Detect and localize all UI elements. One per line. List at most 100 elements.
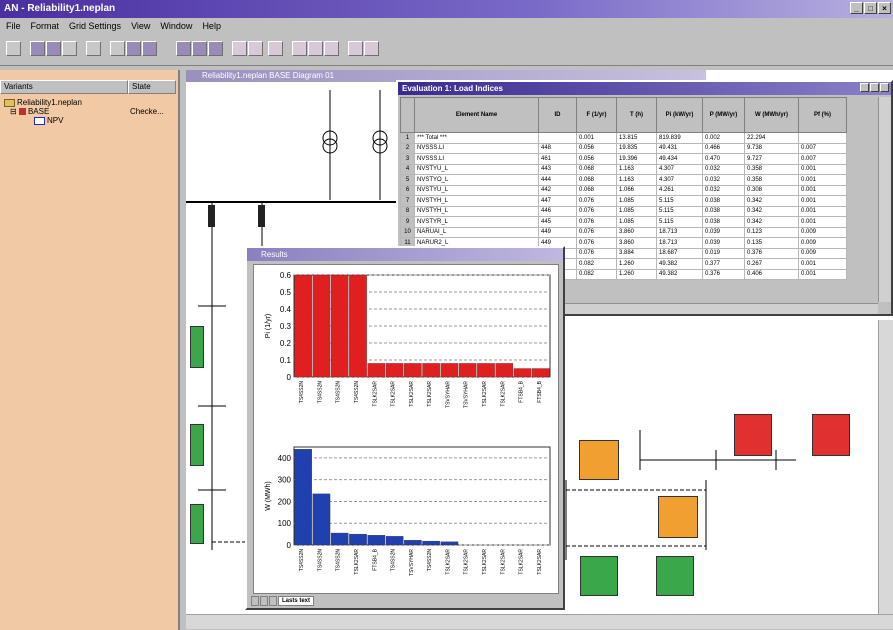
- green-node[interactable]: [656, 556, 694, 596]
- table-cell: 0.135: [744, 237, 799, 249]
- orange-node[interactable]: [579, 440, 619, 480]
- green-node[interactable]: [190, 424, 204, 466]
- table-cell: 0.007: [798, 142, 847, 154]
- close-button[interactable]: [880, 83, 889, 92]
- maximize-button[interactable]: □: [864, 2, 877, 14]
- table-row[interactable]: 7 NVSTYH_L 447 0.076 1.085 5.115 0.038 0.342 0.0…: [400, 195, 847, 207]
- menu-file[interactable]: File: [6, 19, 21, 34]
- minimize-button[interactable]: _: [850, 2, 863, 14]
- zoom-fit-icon[interactable]: [208, 41, 223, 56]
- column-header[interactable]: Pi (kW/yr): [656, 97, 703, 133]
- column-header[interactable]: Pf (%): [798, 97, 847, 133]
- variants-header: Variants State: [0, 80, 176, 94]
- table-row[interactable]: 5 NVSTYO_L 444 0.068 1.163 4.307 0.032 0.358 0.0…: [400, 174, 847, 186]
- zoom-in-icon[interactable]: [176, 41, 191, 56]
- save-icon[interactable]: [6, 41, 21, 56]
- table-vertical-scrollbar[interactable]: [878, 97, 891, 302]
- tree-item-base[interactable]: ⊟ BASE Checke...: [10, 107, 164, 116]
- bar: [349, 533, 367, 546]
- help-icon[interactable]: [126, 41, 141, 56]
- table-cell: 0.377: [702, 258, 745, 270]
- table-row[interactable]: 6 NVSTYU_L 442 0.068 1.066 4.261 0.032 0.308 0.0…: [400, 184, 847, 196]
- y-tick-label: 0: [287, 541, 292, 550]
- column-header[interactable]: W (MWh/yr): [744, 97, 799, 133]
- bar: [312, 493, 331, 546]
- menu-help[interactable]: Help: [202, 19, 221, 34]
- variants-column-header[interactable]: Variants: [0, 80, 128, 94]
- x-tick-label: TSLK2SAR: [500, 381, 506, 407]
- table-cell: 0.068: [576, 184, 617, 196]
- toolbar-button-18[interactable]: [364, 41, 379, 56]
- table-cell: 5.115: [656, 205, 703, 217]
- toolbar-button-15[interactable]: [308, 41, 323, 56]
- canvas-vertical-scrollbar[interactable]: [878, 320, 893, 614]
- toolbar-button-12[interactable]: [248, 41, 263, 56]
- toolbar-button-11[interactable]: [232, 41, 247, 56]
- maximize-button[interactable]: [870, 83, 879, 92]
- canvas-horizontal-scrollbar[interactable]: [186, 614, 893, 629]
- tab-2[interactable]: [260, 596, 268, 606]
- bar: [385, 363, 404, 378]
- column-header[interactable]: ID: [538, 97, 577, 133]
- toolbar-button-5[interactable]: [110, 41, 125, 56]
- tree-item-npv[interactable]: NPV: [34, 116, 82, 125]
- table-row[interactable]: 2 NVSSS.LI 448 0.056 19.835 49.431 0.466 9.738 0…: [400, 142, 847, 154]
- toolbar-button-13[interactable]: [268, 41, 283, 56]
- column-header[interactable]: P (MW/yr): [702, 97, 745, 133]
- tab-1[interactable]: [251, 596, 259, 606]
- state-column-header[interactable]: State: [128, 80, 176, 94]
- tree-item-root[interactable]: Reliability1.neplan: [4, 98, 82, 107]
- table-row[interactable]: 1 *** Total *** 0.001 13.815 819.839 0.002 22.…: [400, 132, 847, 144]
- zoom-out-icon[interactable]: [192, 41, 207, 56]
- table-row[interactable]: 9 NVSTYR_L 445 0.076 1.085 5.115 0.038 0.342 0.0…: [400, 216, 847, 228]
- table-cell: [538, 132, 577, 144]
- toolbar-button-14[interactable]: [292, 41, 307, 56]
- close-button[interactable]: ×: [878, 2, 891, 14]
- column-header[interactable]: Element Name: [414, 97, 539, 133]
- toolbar-button-2[interactable]: [46, 41, 61, 56]
- menu-window[interactable]: Window: [160, 19, 192, 34]
- column-header[interactable]: T (h): [616, 97, 657, 133]
- menu-view[interactable]: View: [131, 19, 150, 34]
- table-cell: NVSTYR_L: [414, 216, 539, 228]
- column-header[interactable]: F (1/yr): [576, 97, 617, 133]
- table-cell: 0.001: [798, 205, 847, 217]
- table-cell: 0.038: [702, 216, 745, 228]
- green-node[interactable]: [190, 326, 204, 368]
- table-cell: 0.267: [744, 258, 799, 270]
- tab-3[interactable]: [269, 596, 277, 606]
- toolbar-button-1[interactable]: [30, 41, 45, 56]
- toolbar-button-16[interactable]: [324, 41, 339, 56]
- table-cell: 3.860: [616, 226, 657, 238]
- variants-panel: Variants State Reliability1.neplan ⊟ BAS…: [0, 70, 180, 630]
- breaker-icon[interactable]: [258, 205, 265, 227]
- x-tick-label: TSLK2SAR: [372, 381, 378, 407]
- bar: [440, 541, 459, 546]
- orange-node[interactable]: [658, 496, 698, 538]
- green-node[interactable]: [190, 504, 204, 544]
- table-cell: NVSSS.LI: [414, 153, 539, 165]
- table-cell: NVSSS.LI: [414, 142, 539, 154]
- table-cell: 18.713: [656, 237, 703, 249]
- toolbar-button-3[interactable]: [62, 41, 77, 56]
- table-row[interactable]: 4 NVSTYU_L 443 0.068 1.163 4.307 0.032 0.358 0.0…: [400, 163, 847, 175]
- red-node[interactable]: [812, 414, 850, 456]
- breaker-icon[interactable]: [208, 205, 215, 227]
- toolbar-button-17[interactable]: [348, 41, 363, 56]
- menu-format[interactable]: Format: [31, 19, 60, 34]
- print-icon[interactable]: [86, 41, 101, 56]
- menu-grid-settings[interactable]: Grid Settings: [69, 19, 121, 34]
- tab-lasts-text[interactable]: Lasts text: [278, 596, 315, 606]
- green-node[interactable]: [580, 556, 618, 596]
- table-row[interactable]: 8 NVSTYH_L 446 0.076 1.085 5.115 0.038 0.342 0.0…: [400, 205, 847, 217]
- table-cell: 19.835: [616, 142, 657, 154]
- bar: [477, 363, 495, 378]
- results-tabs: Lasts text: [251, 596, 315, 606]
- red-node[interactable]: [734, 414, 772, 456]
- table-cell: 0.358: [744, 163, 799, 175]
- minimize-button[interactable]: [860, 83, 869, 92]
- table-row[interactable]: 10 NARUAI_L 449 0.076 3.860 18.713 0.039 0.123 0…: [400, 226, 847, 238]
- toolbar-button-7[interactable]: [142, 41, 157, 56]
- table-row[interactable]: 3 NVSSS.LI 461 0.056 19.396 49.434 0.470 9.727 0…: [400, 153, 847, 165]
- bar: [404, 363, 422, 378]
